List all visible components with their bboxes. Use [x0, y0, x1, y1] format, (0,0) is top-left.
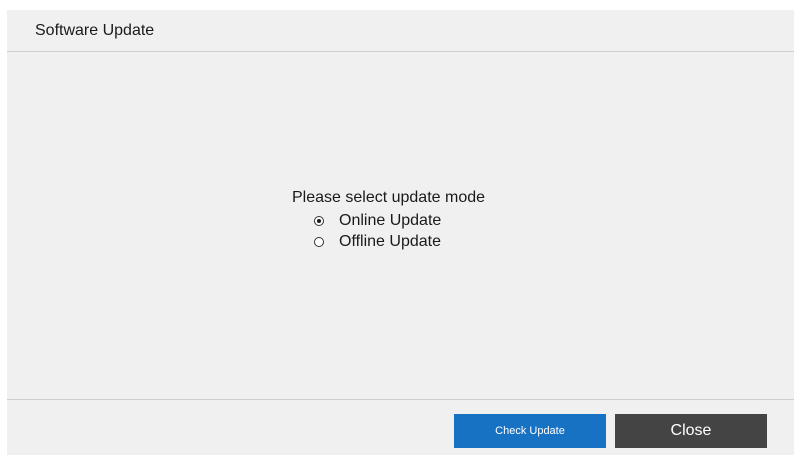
update-mode-group: Please select update mode Online Update …: [292, 188, 552, 252]
check-update-button[interactable]: Check Update: [454, 414, 606, 448]
dialog-titlebar: Software Update: [7, 10, 794, 52]
offline-update-label[interactable]: Offline Update: [339, 233, 441, 251]
software-update-dialog: Software Update Please select update mod…: [7, 10, 794, 455]
dialog-title: Software Update: [35, 22, 155, 39]
dialog-footer: Check Update Close: [7, 399, 794, 455]
online-update-option[interactable]: Online Update: [314, 210, 552, 231]
offline-update-radio[interactable]: [314, 236, 324, 247]
close-button[interactable]: Close: [615, 414, 767, 448]
dialog-content: Please select update mode Online Update …: [7, 52, 794, 399]
update-mode-prompt: Please select update mode: [292, 189, 486, 206]
online-update-label[interactable]: Online Update: [339, 212, 441, 230]
offline-update-option[interactable]: Offline Update: [314, 231, 552, 252]
online-update-radio[interactable]: [314, 215, 324, 226]
